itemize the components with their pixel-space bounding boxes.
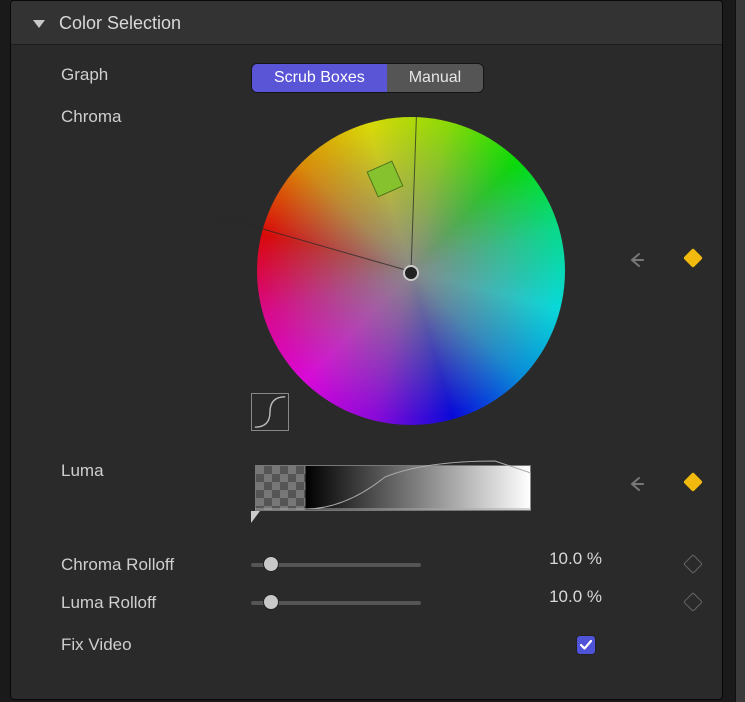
luma-range-handle[interactable] xyxy=(251,511,260,523)
luma-rolloff-keyframe-button[interactable] xyxy=(683,592,703,612)
section-title: Color Selection xyxy=(59,13,181,34)
luma-gradient[interactable] xyxy=(255,465,531,511)
graph-label: Graph xyxy=(61,59,251,85)
chroma-curve-toggle[interactable] xyxy=(251,393,289,431)
chroma-rolloff-slider-thumb[interactable] xyxy=(263,556,279,572)
chroma-rolloff-keyframe-button[interactable] xyxy=(683,554,703,574)
luma-rolloff-slider-thumb[interactable] xyxy=(263,594,279,610)
graph-mode-scrub-boxes[interactable]: Scrub Boxes xyxy=(252,64,387,92)
chroma-wheel[interactable] xyxy=(251,111,571,431)
chroma-rolloff-row: Chroma Rolloff 10.0 % xyxy=(11,531,722,581)
graph-mode-segmented: Scrub Boxes Manual xyxy=(251,63,484,93)
chroma-wheel-center[interactable] xyxy=(403,265,419,281)
chroma-reset-button[interactable] xyxy=(628,251,646,269)
luma-rolloff-value[interactable]: 10.0 % xyxy=(512,587,612,607)
graph-row: Graph Scrub Boxes Manual xyxy=(11,45,722,101)
luma-keyframe-button[interactable] xyxy=(683,472,703,492)
luma-gradient-control[interactable] xyxy=(251,459,535,531)
disclosure-triangle-icon[interactable] xyxy=(33,20,45,28)
luma-reset-button[interactable] xyxy=(628,475,646,493)
section-header[interactable]: Color Selection xyxy=(11,1,722,45)
chroma-row: Chroma xyxy=(11,101,722,431)
fix-video-label: Fix Video xyxy=(61,629,251,655)
chroma-rolloff-slider[interactable] xyxy=(251,563,421,567)
chroma-rolloff-label: Chroma Rolloff xyxy=(61,549,251,575)
luma-rolloff-label: Luma Rolloff xyxy=(61,587,251,613)
right-gutter xyxy=(735,0,745,702)
fix-video-row: Fix Video xyxy=(11,619,722,655)
graph-mode-manual[interactable]: Manual xyxy=(387,64,483,92)
luma-label: Luma xyxy=(61,455,251,481)
fix-video-checkbox[interactable] xyxy=(576,635,596,655)
luma-rolloff-row: Luma Rolloff 10.0 % xyxy=(11,581,722,619)
chroma-rolloff-value[interactable]: 10.0 % xyxy=(512,549,612,569)
check-icon xyxy=(579,638,593,652)
chroma-label: Chroma xyxy=(61,101,251,127)
color-selection-panel: Color Selection Graph Scrub Boxes Manual… xyxy=(10,0,723,700)
chroma-keyframe-button[interactable] xyxy=(683,248,703,268)
luma-row: Luma xyxy=(11,431,722,531)
luma-rolloff-slider[interactable] xyxy=(251,601,421,605)
